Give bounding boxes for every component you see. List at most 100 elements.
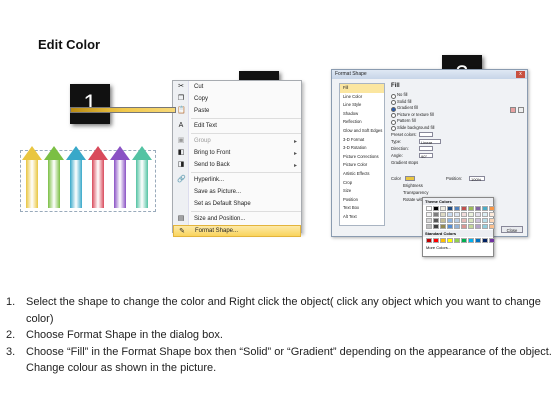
color-swatch[interactable] [468, 212, 474, 217]
nav-item-alt-text[interactable]: Alt Text [340, 213, 384, 222]
menu-item-bring-to-front[interactable]: ◧ Bring to Front ▸ [173, 147, 301, 159]
menu-item-paste[interactable]: 📋 Paste [173, 105, 301, 117]
menu-item-edit-text[interactable]: A Edit Text [173, 120, 301, 132]
nav-item-3-d-rotation[interactable]: 3-D Rotation [340, 144, 384, 153]
arrow-shape[interactable] [132, 146, 152, 208]
color-swatch[interactable] [447, 206, 453, 211]
color-swatch[interactable] [461, 212, 467, 217]
nav-item-picture-color[interactable]: Picture Color [340, 161, 384, 170]
remove-stop-button[interactable] [510, 107, 516, 113]
color-swatch[interactable] [468, 224, 474, 229]
menu-item-cut[interactable]: ✂ Cut [173, 81, 301, 93]
arrow-shape[interactable] [22, 146, 42, 208]
nav-item-glow-and-soft-edges[interactable]: Glow and Soft Edges [340, 127, 384, 136]
position-input[interactable]: 100% [469, 176, 485, 182]
color-swatch[interactable] [447, 238, 453, 243]
nav-item-line-style[interactable]: Line Style [340, 101, 384, 110]
color-swatch[interactable] [468, 238, 474, 243]
color-swatch[interactable] [433, 224, 439, 229]
color-swatch[interactable] [426, 212, 432, 217]
dialog-close-button[interactable]: Close [501, 226, 523, 233]
color-swatch[interactable] [461, 206, 467, 211]
color-swatch[interactable] [489, 218, 495, 223]
color-swatch[interactable] [468, 218, 474, 223]
arrow-shape[interactable] [66, 146, 86, 208]
add-stop-button[interactable] [518, 107, 524, 113]
arrow-shape[interactable] [88, 146, 108, 208]
menu-item-icon: ◨ [177, 161, 185, 168]
color-swatch[interactable] [454, 218, 460, 223]
color-swatch[interactable] [426, 238, 432, 243]
menu-item-hyperlink[interactable]: 🔗 Hyperlink... [173, 174, 301, 186]
close-icon[interactable]: x [516, 71, 525, 78]
color-swatch[interactable] [475, 206, 481, 211]
color-swatch[interactable] [454, 206, 460, 211]
nav-item-size[interactable]: Size [340, 187, 384, 196]
menu-item-copy[interactable]: ❐ Copy [173, 93, 301, 105]
menu-item-icon: 🔗 [177, 176, 186, 183]
color-swatch[interactable] [482, 206, 488, 211]
menu-item-set-as-default-shape[interactable]: Set as Default Shape [173, 198, 301, 210]
color-swatch[interactable] [433, 238, 439, 243]
nav-item-position[interactable]: Position [340, 196, 384, 205]
arrow-shape[interactable] [44, 146, 64, 208]
color-swatch[interactable] [475, 218, 481, 223]
color-swatch[interactable] [447, 212, 453, 217]
color-swatch[interactable] [454, 212, 460, 217]
color-swatch[interactable] [489, 224, 495, 229]
color-swatch[interactable] [440, 206, 446, 211]
nav-item-artistic-effects[interactable]: Artistic Effects [340, 170, 384, 179]
menu-item-save-as-picture[interactable]: Save as Picture... [173, 186, 301, 198]
color-swatch[interactable] [440, 224, 446, 229]
color-swatch[interactable] [454, 238, 460, 243]
nav-item-reflection[interactable]: Reflection [340, 118, 384, 127]
menu-item-size-and-position[interactable]: ▤ Size and Position... [173, 213, 301, 225]
nav-item-fill[interactable]: Fill [340, 84, 384, 93]
color-swatch[interactable] [454, 224, 460, 229]
color-swatch[interactable] [489, 238, 495, 243]
nav-item-3-d-format[interactable]: 3-D Format [340, 136, 384, 145]
color-swatch[interactable] [433, 212, 439, 217]
color-field[interactable]: Color Position: 100% [389, 175, 525, 182]
color-swatch[interactable] [482, 218, 488, 223]
preset-colors-field[interactable]: Preset colors: [389, 131, 525, 138]
color-swatch[interactable] [447, 224, 453, 229]
color-swatch[interactable] [426, 224, 432, 229]
color-swatch[interactable] [440, 212, 446, 217]
menu-item-group[interactable]: ▣ Group ▸ [173, 135, 301, 147]
nav-item-line-color[interactable]: Line Color [340, 93, 384, 102]
menu-item-send-to-back[interactable]: ◨ Send to Back ▸ [173, 159, 301, 171]
color-swatch[interactable] [447, 218, 453, 223]
arrow-shape[interactable] [110, 146, 130, 208]
direction-field[interactable]: Direction: [389, 145, 525, 152]
menu-item-format-shape[interactable]: ✎ Format Shape... [173, 225, 301, 237]
nav-item-crop[interactable]: Crop [340, 179, 384, 188]
color-swatch[interactable] [489, 212, 495, 217]
color-swatch[interactable] [433, 218, 439, 223]
gradient-stops-bar[interactable] [70, 107, 176, 113]
color-swatch[interactable] [475, 224, 481, 229]
nav-item-picture-corrections[interactable]: Picture Corrections [340, 153, 384, 162]
color-swatch[interactable] [475, 238, 481, 243]
nav-item-text-box[interactable]: Text Box [340, 204, 384, 213]
color-swatch[interactable] [461, 218, 467, 223]
nav-item-shadow[interactable]: Shadow [340, 110, 384, 119]
color-swatch[interactable] [440, 218, 446, 223]
color-swatch[interactable] [440, 238, 446, 243]
color-swatch[interactable] [461, 224, 467, 229]
color-swatch[interactable] [426, 218, 432, 223]
color-swatch[interactable] [489, 206, 495, 211]
color-swatch[interactable] [468, 206, 474, 211]
color-swatch[interactable] [482, 224, 488, 229]
color-swatch[interactable] [475, 212, 481, 217]
angle-field[interactable]: Angle: 90° [389, 152, 525, 159]
more-colors-item[interactable]: More Colors... [423, 244, 493, 251]
menu-item-icon: ✂ [178, 83, 184, 90]
color-swatch[interactable] [482, 238, 488, 243]
color-swatch[interactable] [482, 212, 488, 217]
color-swatch[interactable] [461, 238, 467, 243]
color-swatch[interactable] [426, 206, 432, 211]
arrow-shapes-group[interactable] [20, 146, 156, 218]
type-field[interactable]: Type: Linear [389, 138, 525, 145]
color-swatch[interactable] [433, 206, 439, 211]
